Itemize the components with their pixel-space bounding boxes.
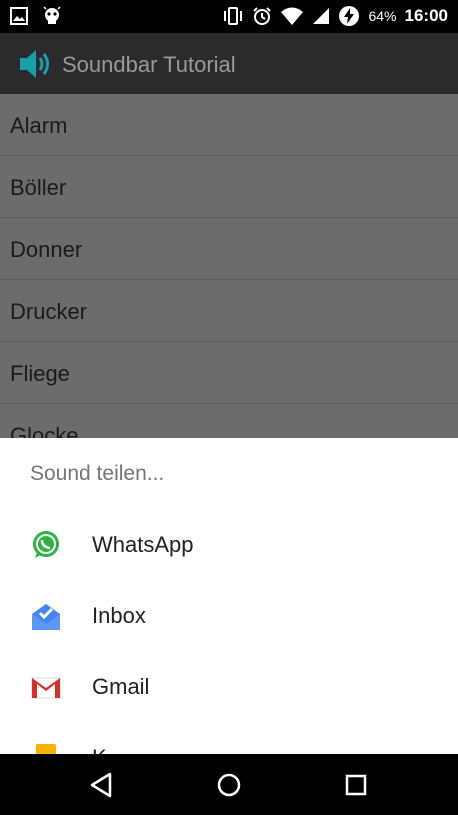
android-debug-icon	[43, 6, 61, 24]
list-item[interactable]: Fliege	[0, 342, 458, 404]
list-item-label: Böller	[10, 175, 67, 200]
vibrate-icon	[224, 7, 243, 25]
share-sheet: Sound teilen... WhatsApp Inbox Gmail K..…	[0, 438, 458, 754]
share-option-label: Gmail	[92, 674, 150, 699]
share-option-whatsapp[interactable]: WhatsApp	[0, 510, 458, 580]
list-item-label: Fliege	[10, 361, 70, 386]
list-item-label: Glocke	[10, 423, 79, 438]
inbox-icon	[32, 604, 60, 630]
list-item-label: Drucker	[10, 299, 88, 324]
share-option-label: WhatsApp	[92, 532, 194, 557]
alarm-icon	[253, 7, 272, 25]
list-item[interactable]: Drucker	[0, 280, 458, 342]
list-item[interactable]: Böller	[0, 156, 458, 218]
sound-list: Alarm Böller Donner Drucker Fliege Glock…	[0, 94, 458, 438]
share-option-gmail[interactable]: Gmail	[0, 652, 458, 722]
list-item[interactable]: Glocke	[0, 404, 458, 438]
back-icon[interactable]	[86, 770, 116, 800]
status-bar: 64% 16:00	[0, 0, 458, 33]
list-item[interactable]: Donner	[0, 218, 458, 280]
whatsapp-icon	[33, 531, 59, 558]
speaker-icon	[20, 50, 49, 78]
share-option-inbox[interactable]: Inbox	[0, 581, 458, 651]
recents-icon[interactable]	[341, 770, 371, 800]
home-icon[interactable]	[214, 770, 244, 800]
list-item-label: Alarm	[10, 113, 68, 138]
signal-icon	[313, 8, 330, 24]
wifi-icon	[281, 7, 304, 25]
list-item[interactable]: Alarm	[0, 94, 458, 156]
share-option-label: K...	[92, 745, 125, 754]
navigation-bar	[0, 754, 458, 815]
app-bar: Soundbar Tutorial	[0, 33, 458, 94]
clock: 16:00	[404, 6, 448, 25]
battery-percent: 64%	[368, 8, 397, 24]
list-item-label: Donner	[10, 237, 83, 262]
gmail-icon	[31, 677, 61, 699]
share-option-keep[interactable]: K...	[0, 723, 458, 754]
share-option-label: Inbox	[92, 603, 146, 628]
keep-icon	[36, 744, 56, 754]
battery-charging-icon	[339, 6, 360, 26]
share-sheet-title: Sound teilen...	[30, 462, 165, 485]
image-icon	[10, 7, 28, 25]
app-title: Soundbar Tutorial	[62, 52, 236, 77]
